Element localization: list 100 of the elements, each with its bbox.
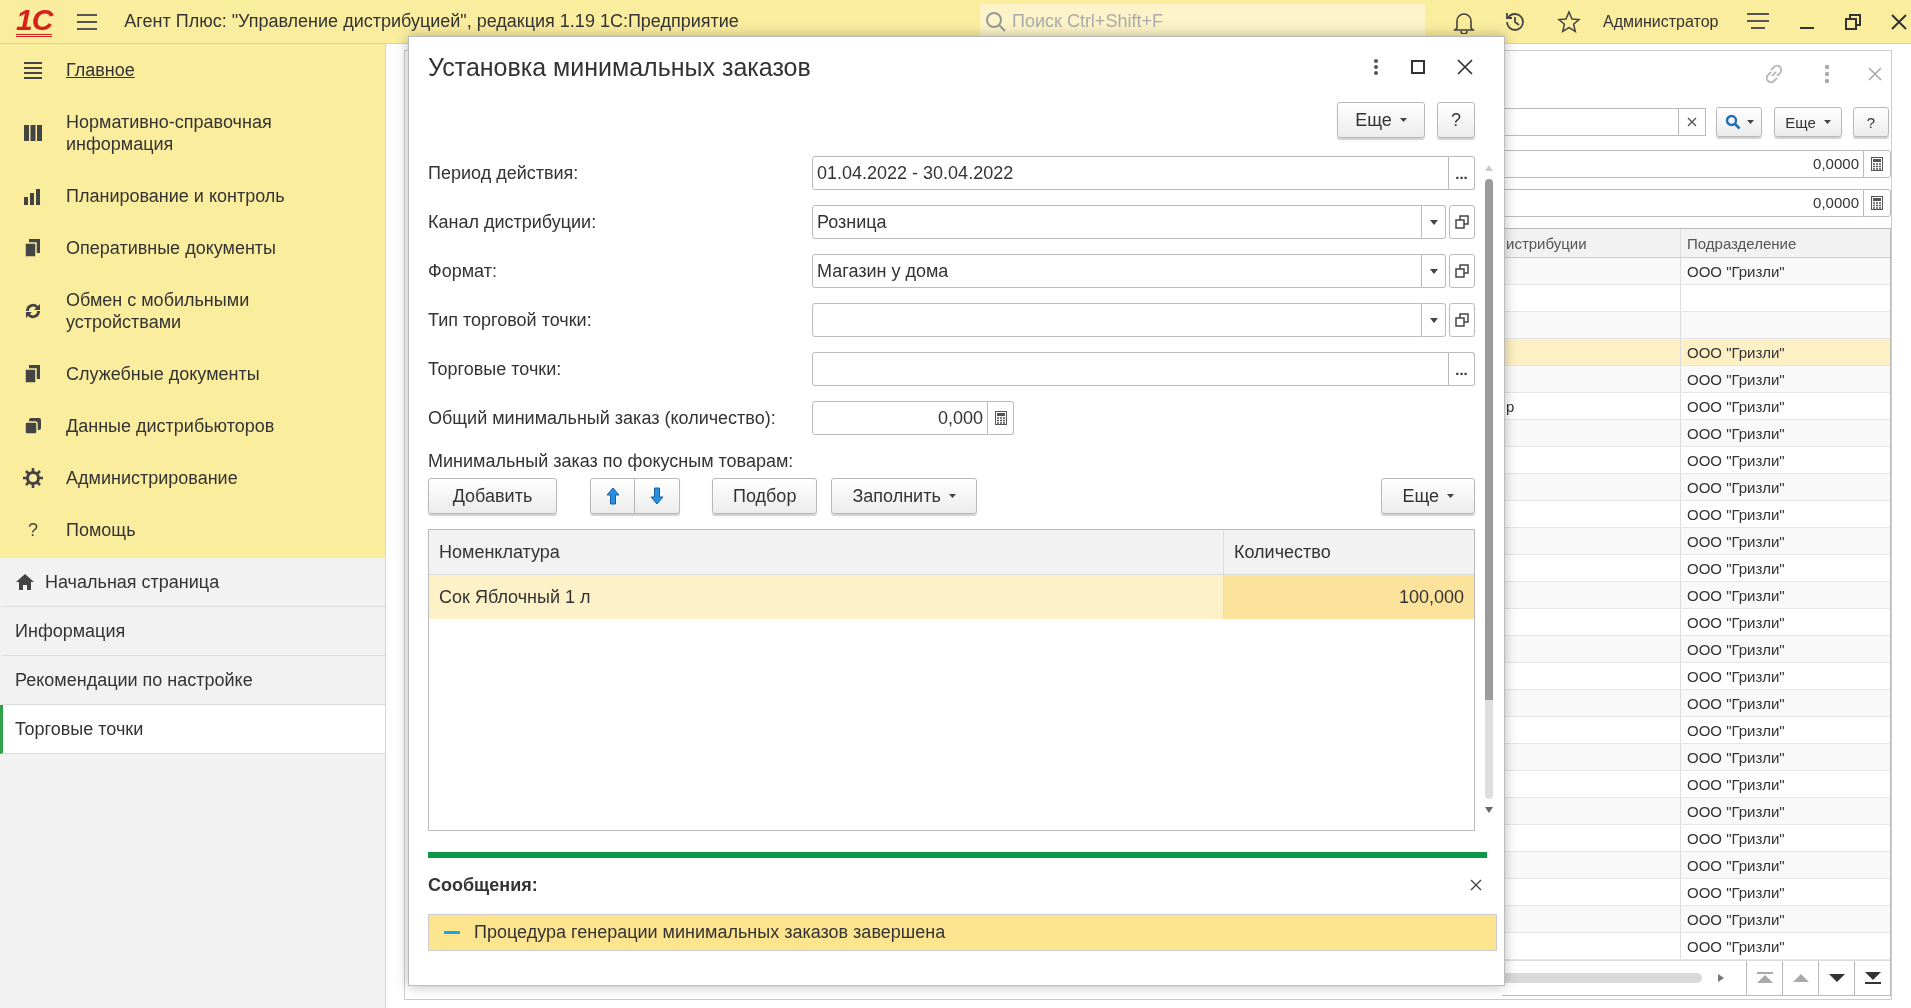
dropdown-button[interactable] <box>1422 205 1446 239</box>
toolbar-button[interactable]: Подбор <box>712 478 818 514</box>
table-row[interactable]: ООО "Гризли" <box>1502 528 1890 555</box>
dropdown-field[interactable] <box>812 303 1422 337</box>
table-row[interactable]: ООО "Гризли" <box>1502 366 1890 393</box>
sidebar-item[interactable]: Служебные документы <box>0 348 385 400</box>
sidebar-item[interactable]: Главное <box>0 44 385 96</box>
table-row[interactable]: ООО "Гризли" <box>1502 906 1890 933</box>
help-button[interactable]: ? <box>1853 107 1889 137</box>
open-page-tab[interactable]: Информация <box>0 607 385 656</box>
message-text: Процедура генерации минимальных заказов завершена <box>474 922 946 943</box>
star-icon[interactable] <box>1557 9 1581 34</box>
table-row[interactable]: ООО "Гризли" <box>1502 933 1890 960</box>
dropdown-button[interactable] <box>1422 303 1446 337</box>
table-row[interactable]: ООО "Гризли" <box>1502 636 1890 663</box>
table-cell: ООО "Гризли" <box>1687 478 1785 496</box>
dropdown-field[interactable]: Магазин у дома <box>812 254 1422 288</box>
open-button[interactable] <box>1449 205 1475 239</box>
close-icon[interactable] <box>1457 59 1473 75</box>
help-icon: ? <box>28 519 38 541</box>
table-row[interactable]: Сок Яблочный 1 л 100,000 <box>429 575 1474 619</box>
table-row[interactable]: ООО "Гризли" <box>1502 717 1890 744</box>
input-field[interactable] <box>812 352 1449 386</box>
menu-icon[interactable] <box>76 12 99 31</box>
column-header[interactable]: Номенклатура <box>429 530 1224 574</box>
calculator-button[interactable] <box>1863 189 1891 217</box>
table-row[interactable]: ООО "Гризли" <box>1502 420 1890 447</box>
scroll-right-icon[interactable] <box>1718 974 1724 982</box>
sidebar-item[interactable]: Планирование и контроль <box>0 170 385 222</box>
number-field[interactable]: 0,0000 <box>1502 150 1863 178</box>
dialog-title: Установка минимальных заказов <box>428 52 811 82</box>
more-button[interactable]: Еще <box>1337 102 1425 138</box>
table-row[interactable]: ООО "Гризли" <box>1502 663 1890 690</box>
open-page-tab[interactable]: Торговые точки <box>0 705 385 754</box>
calculator-icon <box>1871 196 1883 210</box>
choice-button[interactable]: ... <box>1449 352 1475 386</box>
move-down-button[interactable] <box>635 478 680 514</box>
help-button[interactable]: ? <box>1437 102 1475 138</box>
toolbar-button[interactable]: Добавить <box>428 478 557 514</box>
user-name[interactable]: Администратор <box>1603 12 1719 31</box>
table-row[interactable]: ООО "Гризли" <box>1502 555 1890 582</box>
column-header[interactable]: Подразделение <box>1681 234 1797 252</box>
table-row[interactable]: ООО "Гризли" <box>1502 744 1890 771</box>
table-row[interactable]: ООО "Гризли" <box>1502 501 1890 528</box>
search-button[interactable] <box>1716 107 1762 137</box>
input-field[interactable]: 01.04.2022 - 30.04.2022 <box>812 156 1449 190</box>
calculator-button[interactable] <box>988 401 1014 435</box>
column-header[interactable]: Количество <box>1224 530 1474 574</box>
open-button[interactable] <box>1449 303 1475 337</box>
dropdown-field[interactable]: Розница <box>812 205 1422 239</box>
horizontal-scrollbar[interactable] <box>1502 973 1702 983</box>
to-top-icon <box>1756 972 1773 984</box>
table-row[interactable]: ООО "Гризли" <box>1502 339 1890 366</box>
maximize-icon[interactable] <box>1411 60 1425 74</box>
table-row[interactable]: ООО "Гризли" <box>1502 771 1890 798</box>
bar-chart-icon <box>23 186 43 206</box>
sidebar-item[interactable]: Данные дистрибьюторов <box>0 400 385 452</box>
table-row[interactable]: ООО "Гризли" <box>1502 690 1890 717</box>
sidebar-item[interactable]: Обмен с мобильными устройствами <box>0 274 385 348</box>
number-field[interactable]: 0,000 <box>812 401 988 435</box>
clear-button[interactable] <box>1678 108 1706 136</box>
move-up-button[interactable] <box>590 478 635 514</box>
sidebar-item[interactable]: Оперативные документы <box>0 222 385 274</box>
table-row[interactable]: ООО "Гризли" <box>1502 852 1890 879</box>
table-cell: ООО "Гризли" <box>1687 829 1785 847</box>
table-row[interactable]: ООО "Гризли" <box>1502 609 1890 636</box>
number-field[interactable]: 0,0000 <box>1502 189 1863 217</box>
close-icon[interactable] <box>1890 12 1909 31</box>
message-bar[interactable]: Процедура генерации минимальных заказов завершена <box>428 914 1497 951</box>
table-row[interactable]: ООО "Гризли" <box>1502 798 1890 825</box>
table-row[interactable]: ООО "Гризли" <box>1502 879 1890 906</box>
table-cell: ООО "Гризли" <box>1687 775 1785 793</box>
calculator-button[interactable] <box>1863 150 1891 178</box>
table-row[interactable]: ООО "Гризли" <box>1502 447 1890 474</box>
choice-button[interactable]: ... <box>1449 156 1475 190</box>
arrow-up-icon <box>605 487 620 505</box>
more-button[interactable]: Еще <box>1774 107 1842 137</box>
table-cell: ООО "Гризли" <box>1687 343 1785 361</box>
table-cell: ООО "Гризли" <box>1687 883 1785 901</box>
close-icon[interactable] <box>1470 879 1482 891</box>
documents-icon <box>23 416 43 436</box>
open-button[interactable] <box>1449 254 1475 288</box>
more-icon[interactable] <box>1373 58 1379 76</box>
menu-icon <box>23 61 43 79</box>
menu-button[interactable]: Заполнить <box>831 478 977 514</box>
table-row[interactable]: ООО "Гризли" <box>1502 474 1890 501</box>
table-row[interactable]: ООО "Гризли" <box>1502 825 1890 852</box>
sidebar-item[interactable]: Нормативно-справочная информация <box>0 96 385 170</box>
sidebar-item[interactable]: Администрирование <box>0 452 385 504</box>
table-row[interactable]: р ООО "Гризли" <box>1502 393 1890 420</box>
sidebar-item[interactable]: ? Помощь <box>0 504 385 556</box>
app-logo[interactable]: 1С <box>16 6 53 37</box>
table-cell[interactable]: 100,000 <box>1224 575 1474 619</box>
scroll-thumb[interactable] <box>1485 179 1493 799</box>
restore-icon[interactable] <box>1844 12 1863 31</box>
dropdown-button[interactable] <box>1422 254 1446 288</box>
table-row[interactable]: ООО "Гризли" <box>1502 582 1890 609</box>
menu-button[interactable]: Еще <box>1381 478 1475 514</box>
open-page-tab[interactable]: Начальная страница <box>0 558 385 607</box>
table-row[interactable]: ООО "Гризли" <box>1502 258 1890 285</box>
